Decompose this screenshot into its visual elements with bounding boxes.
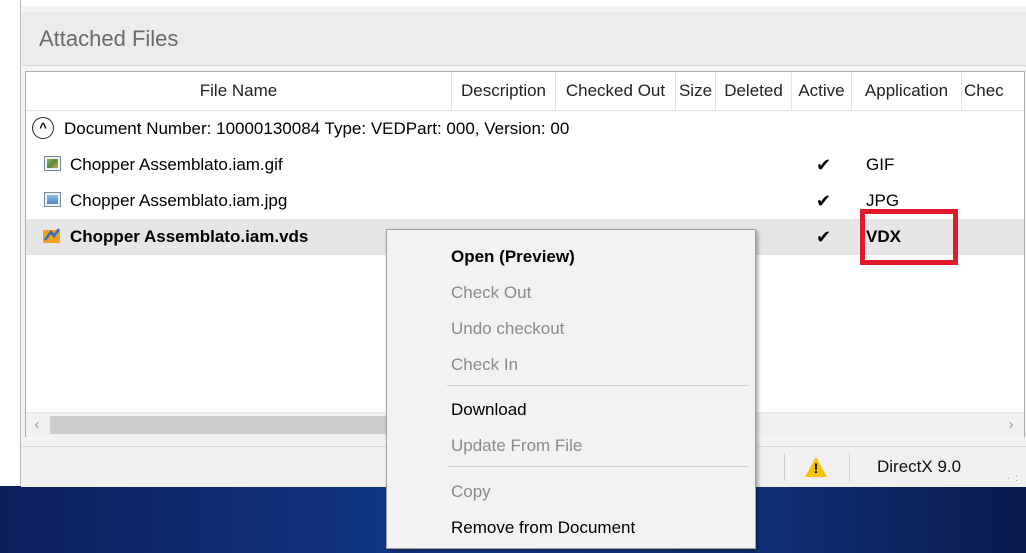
status-divider xyxy=(849,453,850,481)
menu-item-update-from-file[interactable]: Update From File xyxy=(451,428,582,464)
highlight-annotation-box xyxy=(860,209,958,265)
column-header-deleted[interactable]: Deleted xyxy=(716,72,792,110)
menu-item-check-out[interactable]: Check Out xyxy=(451,275,531,311)
menu-separator xyxy=(447,385,749,386)
column-header-active[interactable]: Active xyxy=(792,72,852,110)
vds-file-icon xyxy=(43,228,61,243)
file-name: Chopper Assemblato.iam.vds xyxy=(70,227,309,246)
menu-item-remove-from-document[interactable]: Remove from Document xyxy=(451,510,635,546)
column-header-description[interactable]: Description xyxy=(452,72,556,110)
collapse-group-icon[interactable]: ^ xyxy=(32,117,54,139)
menu-item-undo-checkout[interactable]: Undo checkout xyxy=(451,311,564,347)
column-header-checked-out[interactable]: Checked Out xyxy=(556,72,676,110)
resize-grip-icon[interactable]: · : xyxy=(1007,473,1019,484)
menu-item-copy[interactable]: Copy xyxy=(451,474,491,510)
column-header-size[interactable]: Size xyxy=(676,72,716,110)
top-divider xyxy=(21,0,1026,6)
panel-title: Attached Files xyxy=(22,12,1026,66)
menu-item-open-preview[interactable]: Open (Preview) xyxy=(451,239,575,275)
jpg-image-icon xyxy=(44,192,61,207)
column-header-application[interactable]: Application xyxy=(852,72,962,110)
document-group-label: Document Number: 10000130084 Type: VEDPa… xyxy=(64,119,570,138)
menu-item-download[interactable]: Download xyxy=(451,392,527,428)
active-check-icon: ✔ xyxy=(816,155,832,175)
gif-image-icon xyxy=(44,156,61,171)
scrollbar-thumb[interactable] xyxy=(50,416,430,434)
active-check-icon: ✔ xyxy=(816,191,832,211)
context-menu: Open (Preview) Check Out Undo checkout C… xyxy=(386,229,756,549)
active-check-icon: ✔ xyxy=(816,227,832,247)
chevron-up-icon: ^ xyxy=(39,120,47,135)
status-divider xyxy=(784,453,785,481)
warning-symbol: ! xyxy=(813,460,819,476)
file-name: Chopper Assemblato.iam.gif xyxy=(70,155,283,174)
column-header-row: File Name Description Checked Out Size D… xyxy=(26,72,1024,111)
menu-item-check-in[interactable]: Check In xyxy=(451,347,518,383)
scroll-left-icon[interactable]: ‹ xyxy=(26,413,48,437)
document-group-row: ^ Document Number: 10000130084 Type: VED… xyxy=(26,111,1024,147)
status-directx-label: DirectX 9.0 xyxy=(877,457,962,476)
file-name: Chopper Assemblato.iam.jpg xyxy=(70,191,288,210)
menu-separator xyxy=(447,466,749,467)
scroll-right-icon[interactable]: › xyxy=(1000,413,1022,437)
column-header-checked-in[interactable]: Chec xyxy=(962,72,1024,110)
table-row[interactable]: Chopper Assemblato.iam.gif ✔ GIF xyxy=(26,147,1024,183)
application-value: GIF xyxy=(866,155,895,174)
column-header-file-name[interactable]: File Name xyxy=(26,72,452,110)
